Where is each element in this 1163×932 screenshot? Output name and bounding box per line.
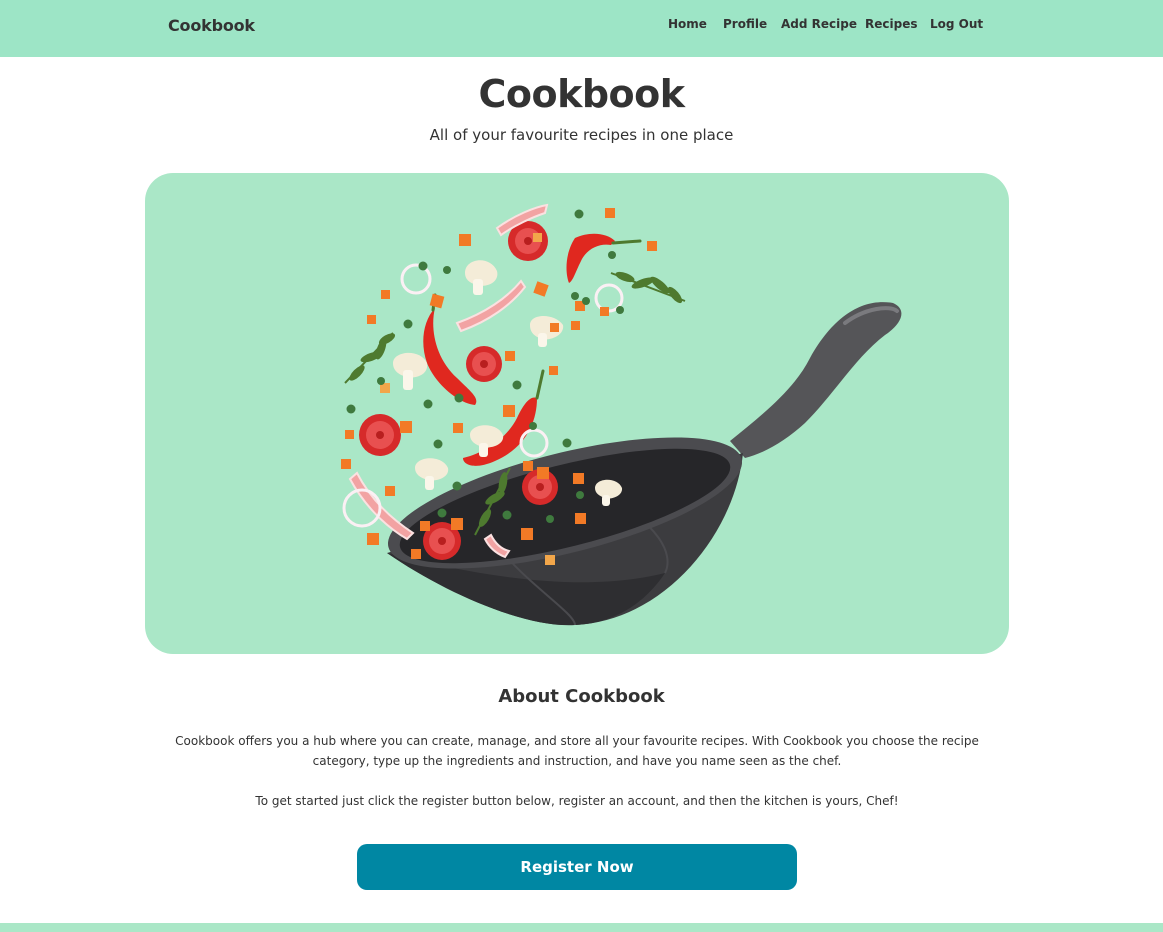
navbar: Cookbook Home Profile Add Recipe Recipes… <box>0 0 1163 57</box>
about-paragraph: Cookbook offers you a hub where you can … <box>175 734 979 768</box>
brand-logo-link[interactable]: Cookbook <box>168 16 255 35</box>
mushroom-icon <box>415 458 449 490</box>
nav-link-log-out[interactable]: Log Out <box>930 17 983 31</box>
footer-strip <box>0 923 1163 932</box>
nav-link-home[interactable]: Home <box>668 17 707 31</box>
nav-link-profile[interactable]: Profile <box>723 17 767 31</box>
wok-illustration <box>341 203 902 626</box>
bacon-strip-icon <box>455 279 527 333</box>
chili-pepper-icon <box>566 233 615 283</box>
register-now-button[interactable]: Register Now <box>357 844 797 890</box>
mushroom-icon <box>393 352 428 390</box>
wok-handle <box>730 302 902 458</box>
about-heading: About Cookbook <box>498 686 665 707</box>
herb-sprig-icon <box>344 332 396 384</box>
hero-image <box>145 173 1009 654</box>
onion-ring-icon <box>519 428 549 458</box>
tomato-slice-icon <box>466 346 502 382</box>
page-subtitle: All of your favourite recipes in one pla… <box>429 126 734 144</box>
nav-link-add-recipe[interactable]: Add Recipe <box>781 17 857 31</box>
page-title: Cookbook <box>478 72 685 116</box>
nav-link-recipes[interactable]: Recipes <box>865 17 917 31</box>
about-getting-started: To get started just click the register b… <box>255 794 899 808</box>
tomato-slice-icon <box>359 414 401 456</box>
bacon-strip-icon <box>348 471 415 541</box>
mushroom-icon <box>465 260 498 295</box>
